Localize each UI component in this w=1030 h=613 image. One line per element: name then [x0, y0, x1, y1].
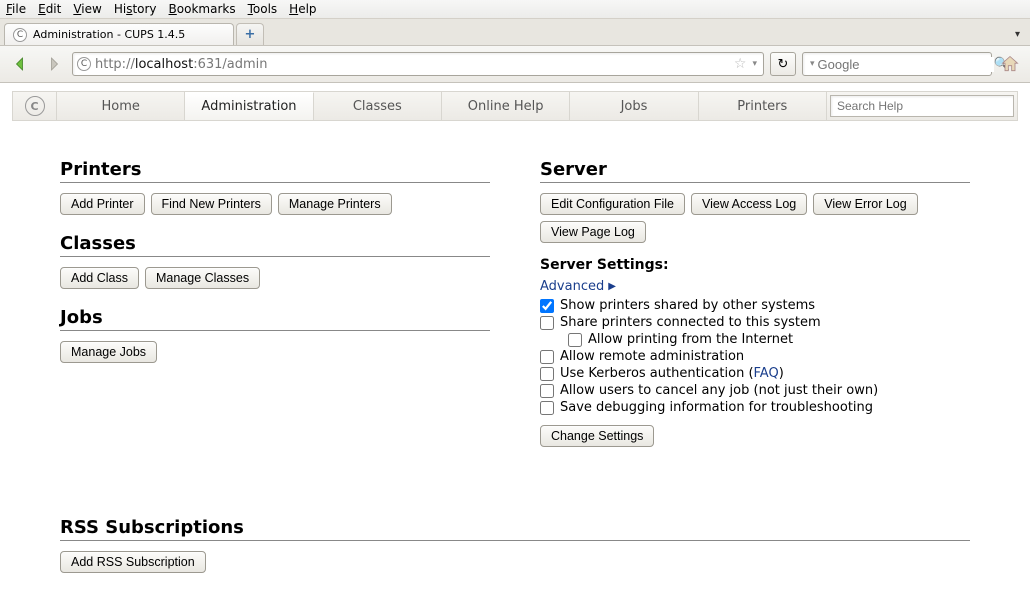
search-help-input[interactable]: [830, 95, 1014, 117]
manage-classes-button[interactable]: Manage Classes: [145, 267, 260, 289]
jobs-heading: Jobs: [60, 307, 490, 331]
edit-config-file-button[interactable]: Edit Configuration File: [540, 193, 685, 215]
setting-label-4: Use Kerberos authentication (FAQ): [560, 366, 784, 381]
setting-checkbox-1[interactable]: [540, 316, 554, 330]
setting-row-0: Show printers shared by other systems: [540, 298, 970, 313]
menu-view[interactable]: View: [73, 2, 101, 16]
tab-title: Administration - CUPS 1.4.5: [33, 28, 185, 41]
setting-checkbox-3[interactable]: [540, 350, 554, 364]
back-button[interactable]: [8, 53, 34, 75]
printers-heading: Printers: [60, 159, 490, 183]
urlbar-dropdown-icon[interactable]: ▾: [750, 59, 759, 69]
add-printer-button[interactable]: Add Printer: [60, 193, 145, 215]
classes-heading: Classes: [60, 233, 490, 257]
nav-home[interactable]: Home: [57, 92, 185, 120]
left-column: Printers Add Printer Find New Printers M…: [60, 141, 490, 457]
browser-tabbar: C Administration - CUPS 1.4.5 + ▾: [0, 19, 1030, 46]
menu-file[interactable]: File: [6, 2, 26, 16]
change-settings-button[interactable]: Change Settings: [540, 425, 654, 447]
browser-search-input[interactable]: [818, 57, 994, 72]
add-rss-subscription-button[interactable]: Add RSS Subscription: [60, 551, 206, 573]
setting-row-4: Use Kerberos authentication (FAQ): [540, 366, 970, 381]
url-bar[interactable]: C http://localhost:631/admin ☆ ▾: [72, 52, 764, 76]
view-error-log-button[interactable]: View Error Log: [813, 193, 917, 215]
faq-link[interactable]: FAQ: [754, 366, 779, 381]
advanced-arrow-icon: ▶: [608, 281, 616, 292]
nav-jobs[interactable]: Jobs: [570, 92, 698, 120]
home-button[interactable]: [998, 52, 1022, 76]
server-settings-heading: Server Settings:: [540, 257, 970, 273]
setting-checkbox-0[interactable]: [540, 299, 554, 313]
urlbar-favicon: C: [77, 57, 91, 71]
setting-label-5: Allow users to cancel any job (not just …: [560, 383, 878, 398]
forward-button[interactable]: [40, 53, 66, 75]
cups-navbar: C Home Administration Classes Online Hel…: [12, 91, 1018, 121]
menu-bookmarks[interactable]: Bookmarks: [169, 2, 236, 16]
advanced-link[interactable]: Advanced: [540, 279, 604, 294]
bookmark-star-icon[interactable]: ☆: [730, 56, 751, 72]
browser-search-box[interactable]: ▾ 🔍: [802, 52, 992, 76]
menu-help[interactable]: Help: [289, 2, 316, 16]
manage-printers-button[interactable]: Manage Printers: [278, 193, 392, 215]
setting-checkbox-2[interactable]: [568, 333, 582, 347]
nav-administration[interactable]: Administration: [185, 92, 313, 120]
rss-section: RSS Subscriptions Add RSS Subscription: [60, 517, 970, 573]
url-text: http://localhost:631/admin: [95, 57, 730, 72]
server-heading: Server: [540, 159, 970, 183]
nav-classes[interactable]: Classes: [314, 92, 442, 120]
reload-button[interactable]: ↻: [770, 52, 796, 76]
setting-label-6: Save debugging information for troublesh…: [560, 400, 873, 415]
setting-checkbox-4[interactable]: [540, 367, 554, 381]
add-class-button[interactable]: Add Class: [60, 267, 139, 289]
menu-tools[interactable]: Tools: [248, 2, 278, 16]
browser-menubar: File Edit View History Bookmarks Tools H…: [0, 0, 1030, 19]
setting-row-5: Allow users to cancel any job (not just …: [540, 383, 970, 398]
setting-row-6: Save debugging information for troublesh…: [540, 400, 970, 415]
setting-checkbox-6[interactable]: [540, 401, 554, 415]
server-settings-checklist: Show printers shared by other systems Sha…: [540, 298, 970, 415]
view-page-log-button[interactable]: View Page Log: [540, 221, 646, 243]
setting-label-3: Allow remote administration: [560, 349, 744, 364]
cups-favicon: C: [13, 28, 27, 42]
manage-jobs-button[interactable]: Manage Jobs: [60, 341, 157, 363]
setting-checkbox-5[interactable]: [540, 384, 554, 398]
menu-history[interactable]: History: [114, 2, 157, 16]
cups-search-wrapper: [827, 92, 1017, 120]
view-access-log-button[interactable]: View Access Log: [691, 193, 807, 215]
menu-edit[interactable]: Edit: [38, 2, 61, 16]
setting-row-3: Allow remote administration: [540, 349, 970, 364]
page-content: Printers Add Printer Find New Printers M…: [0, 121, 1030, 613]
nav-online-help[interactable]: Online Help: [442, 92, 570, 120]
setting-row-2: Allow printing from the Internet: [568, 332, 970, 347]
setting-row-1: Share printers connected to this system: [540, 315, 970, 330]
find-new-printers-button[interactable]: Find New Printers: [151, 193, 272, 215]
rss-heading: RSS Subscriptions: [60, 517, 970, 541]
setting-label-1: Share printers connected to this system: [560, 315, 821, 330]
browser-toolbar: C http://localhost:631/admin ☆ ▾ ↻ ▾ 🔍: [0, 46, 1030, 83]
tabs-dropdown[interactable]: ▾: [1009, 29, 1026, 40]
nav-printers[interactable]: Printers: [699, 92, 827, 120]
setting-label-0: Show printers shared by other systems: [560, 298, 815, 313]
cups-logo[interactable]: C: [13, 92, 57, 120]
search-engine-dropdown-icon[interactable]: ▾: [807, 59, 818, 69]
setting-label-2: Allow printing from the Internet: [588, 332, 793, 347]
right-column: Server Edit Configuration File View Acce…: [540, 141, 970, 457]
new-tab-button[interactable]: +: [236, 23, 264, 45]
browser-tab-active[interactable]: C Administration - CUPS 1.4.5: [4, 23, 234, 45]
